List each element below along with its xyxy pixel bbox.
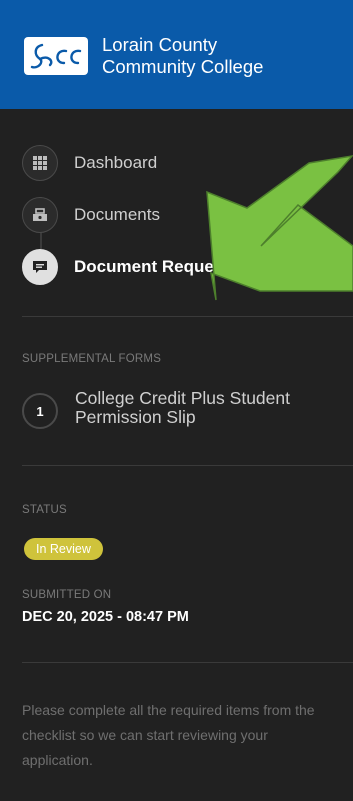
nav-label: Document Request: [74, 257, 229, 276]
supplemental-forms-heading: SUPPLEMENTAL FORMS: [22, 353, 162, 365]
status-badge: In Review: [24, 538, 103, 560]
college-name-line1: Lorain County: [102, 34, 218, 55]
status-heading: STATUS: [22, 504, 67, 516]
submitted-on-label: SUBMITTED ON: [22, 589, 112, 601]
divider: [22, 662, 353, 663]
nav-connector: [40, 231, 42, 249]
college-name: Lorain County Community College: [102, 34, 263, 78]
divider: [22, 316, 353, 317]
form-label: College Credit Plus Student Permission S…: [75, 388, 290, 427]
grid-icon: [22, 145, 58, 181]
comment-icon: [22, 249, 58, 285]
documents-icon: [22, 197, 58, 233]
college-name-line2: Community College: [102, 56, 264, 77]
submitted-on-value: DEC 20, 2025 - 08:47 PM: [22, 609, 189, 625]
nav-label: Dashboard: [74, 153, 158, 172]
college-logo[interactable]: [24, 37, 88, 75]
supplemental-form-item[interactable]: 1 College Credit Plus Student Permission…: [22, 389, 325, 429]
instructions-note: Please complete all the required items f…: [22, 702, 315, 768]
nav-label: Documents: [74, 205, 160, 224]
nav-item-dashboard[interactable]: Dashboard: [22, 145, 157, 181]
divider: [22, 465, 353, 466]
nav-item-document-request[interactable]: Document Request: [22, 249, 229, 285]
form-number-badge: 1: [22, 393, 58, 429]
header: Lorain County Community College: [0, 0, 353, 109]
nav-item-documents[interactable]: Documents: [22, 197, 160, 233]
